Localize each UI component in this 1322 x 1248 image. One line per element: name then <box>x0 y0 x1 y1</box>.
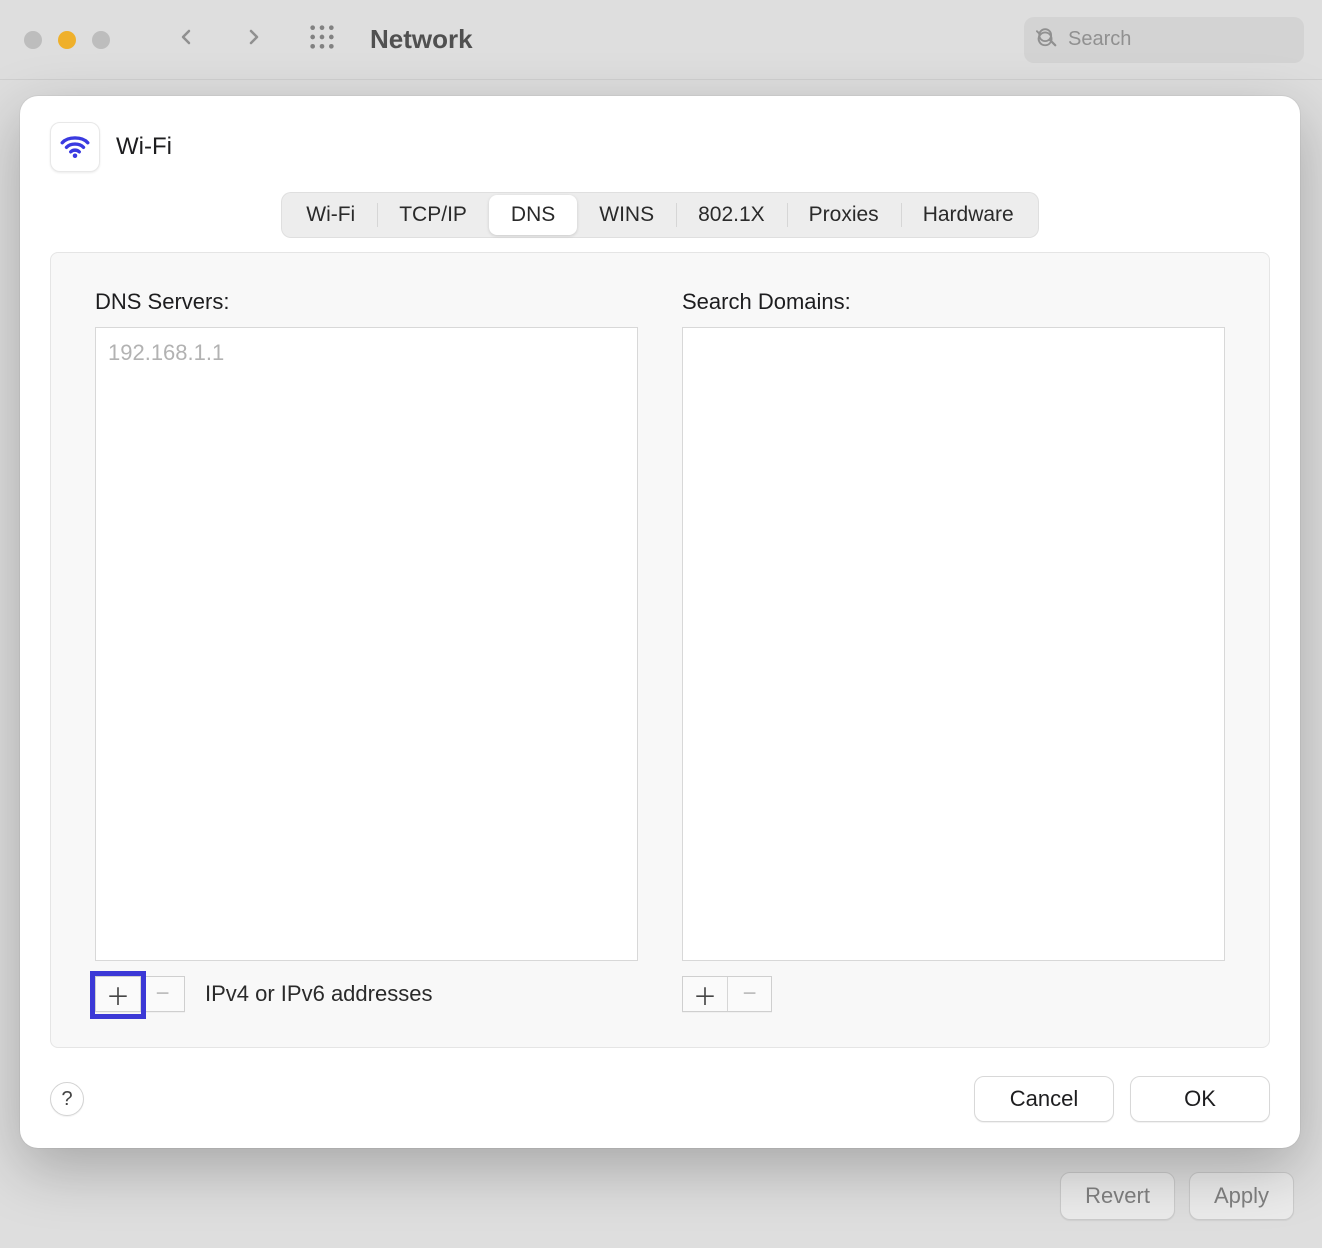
window-close-button[interactable] <box>24 31 42 49</box>
tab-tcpip[interactable]: TCP/IP <box>377 195 489 235</box>
show-all-preferences-button[interactable] <box>302 20 342 60</box>
plus-icon: ＋ <box>693 977 717 1012</box>
remove-dns-server-button[interactable]: − <box>140 977 184 1011</box>
grid-icon <box>308 23 336 56</box>
panel-title: Wi-Fi <box>116 133 172 161</box>
dns-servers-label: DNS Servers: <box>95 289 638 315</box>
sheet-footer: ? Cancel OK <box>20 1066 1300 1148</box>
tab-label: WINS <box>599 203 654 226</box>
tab-label: Wi-Fi <box>306 203 355 226</box>
search-icon <box>1036 26 1068 53</box>
search-domains-column: Search Domains: ＋ − <box>682 289 1225 1017</box>
toolbar: Network Search <box>0 0 1322 80</box>
tab-label: DNS <box>511 203 555 226</box>
tab-wins[interactable]: WINS <box>577 195 676 235</box>
tab-wifi[interactable]: Wi-Fi <box>284 195 377 235</box>
apply-button[interactable]: Apply <box>1189 1172 1294 1220</box>
search-placeholder: Search <box>1068 28 1131 51</box>
window-title: Network <box>370 24 473 55</box>
add-dns-server-button[interactable]: ＋ <box>96 977 140 1011</box>
dns-servers-plusminus: ＋ − <box>95 976 185 1012</box>
dns-panel: DNS Servers: 192.168.1.1 ＋ − IPv4 or IPv… <box>50 252 1270 1048</box>
minus-icon: − <box>155 980 169 1008</box>
tab-8021x[interactable]: 802.1X <box>676 195 787 235</box>
traffic-lights <box>24 31 110 49</box>
help-button[interactable]: ? <box>50 1082 84 1116</box>
add-search-domain-button[interactable]: ＋ <box>683 977 727 1011</box>
plus-icon: ＋ <box>106 977 130 1012</box>
tab-label: Proxies <box>809 203 879 226</box>
search-domains-label: Search Domains: <box>682 289 1225 315</box>
window-minimize-button[interactable] <box>58 31 76 49</box>
tab-bar: Wi-Fi TCP/IP DNS WINS 802.1X Proxies Har… <box>281 192 1038 238</box>
minus-icon: − <box>742 980 756 1008</box>
background-footer: Revert Apply <box>1060 1172 1294 1220</box>
help-icon: ? <box>61 1088 72 1111</box>
ok-button[interactable]: OK <box>1130 1076 1270 1122</box>
tab-label: 802.1X <box>698 203 765 226</box>
search-domains-list[interactable] <box>682 327 1225 961</box>
search-field[interactable]: Search <box>1024 17 1304 63</box>
dns-servers-list[interactable]: 192.168.1.1 <box>95 327 638 961</box>
cancel-button[interactable]: Cancel <box>974 1076 1114 1122</box>
advanced-settings-sheet: Wi-Fi Wi-Fi TCP/IP DNS WINS 802.1X Proxi… <box>20 96 1300 1148</box>
remove-search-domain-button[interactable]: − <box>727 977 771 1011</box>
chevron-right-icon <box>242 23 266 57</box>
tab-label: Hardware <box>923 203 1014 226</box>
list-item[interactable]: 192.168.1.1 <box>108 338 625 368</box>
forward-button[interactable] <box>234 20 274 60</box>
revert-button[interactable]: Revert <box>1060 1172 1175 1220</box>
dns-servers-hint: IPv4 or IPv6 addresses <box>205 981 432 1007</box>
tab-dns[interactable]: DNS <box>489 195 577 235</box>
tab-hardware[interactable]: Hardware <box>901 195 1036 235</box>
chevron-left-icon <box>174 23 198 57</box>
dns-servers-column: DNS Servers: 192.168.1.1 ＋ − IPv4 or IPv… <box>95 289 638 1017</box>
tab-label: TCP/IP <box>399 203 467 226</box>
wifi-icon <box>50 122 100 172</box>
search-domains-plusminus: ＋ − <box>682 976 772 1012</box>
window-zoom-button[interactable] <box>92 31 110 49</box>
sheet-header: Wi-Fi <box>20 96 1300 180</box>
tab-proxies[interactable]: Proxies <box>787 195 901 235</box>
back-button[interactable] <box>166 20 206 60</box>
